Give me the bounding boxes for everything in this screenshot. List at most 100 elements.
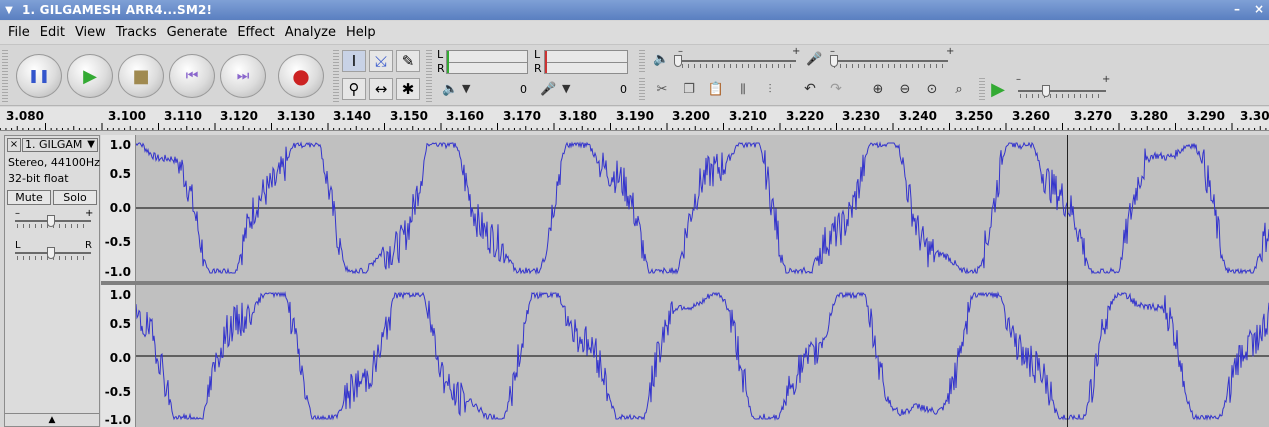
skip-to-start-button[interactable]: ⏮ bbox=[169, 54, 215, 98]
track-close-button[interactable]: × bbox=[7, 138, 21, 152]
multi-tool-icon: ✱ bbox=[401, 80, 415, 98]
skip-to-end-button[interactable]: ⏭ bbox=[220, 54, 266, 98]
play-speed-grip[interactable] bbox=[979, 78, 985, 102]
ruler-label: 3.270 bbox=[1074, 109, 1112, 123]
amp-label: -0.5 bbox=[104, 235, 131, 249]
close-window-icon[interactable]: × bbox=[1251, 2, 1267, 17]
collapse-track-button[interactable]: ▲ bbox=[5, 413, 99, 426]
tools-grip[interactable] bbox=[333, 50, 339, 102]
ruler-label: 3.290 bbox=[1187, 109, 1225, 123]
menu-tracks[interactable]: Tracks bbox=[116, 25, 157, 40]
cut-icon: ✂ bbox=[656, 81, 668, 97]
minimize-icon[interactable]: – bbox=[1229, 2, 1245, 17]
silence-button[interactable]: ⫶ bbox=[758, 78, 782, 100]
ruler-label: 3.250 bbox=[955, 109, 993, 123]
mixer-grip[interactable] bbox=[639, 50, 645, 74]
mute-button[interactable]: Mute bbox=[7, 190, 51, 205]
ruler-label: 3.130 bbox=[277, 109, 315, 123]
menu-effect[interactable]: Effect bbox=[237, 25, 274, 40]
record-device-dropdown-icon[interactable]: ▼ bbox=[562, 82, 570, 95]
trim-button[interactable]: ⫼ bbox=[731, 78, 755, 100]
menu-view[interactable]: View bbox=[75, 25, 106, 40]
ruler-label: 3.170 bbox=[503, 109, 541, 123]
ruler-label: 3.160 bbox=[446, 109, 484, 123]
zoom-icon: ⚲ bbox=[348, 80, 360, 98]
play-button[interactable]: ▶ bbox=[67, 54, 113, 98]
gain-max-label: + bbox=[85, 208, 94, 219]
cut-button[interactable]: ✂ bbox=[650, 78, 674, 100]
timeshift-tool-button[interactable]: ↔ bbox=[369, 78, 393, 100]
envelope-tool-button[interactable]: ⤩ bbox=[369, 50, 393, 72]
selection-tool-button[interactable]: I bbox=[342, 50, 366, 72]
redo-icon: ↷ bbox=[830, 81, 842, 97]
redo-button[interactable]: ↷ bbox=[824, 78, 848, 100]
amplitude-ruler-left: 1.0 0.5 0.0 -0.5 -1.0 bbox=[101, 135, 136, 281]
menu-edit[interactable]: Edit bbox=[40, 25, 65, 40]
play-at-speed-button[interactable]: ▶ bbox=[986, 78, 1010, 100]
copy-button[interactable]: ❐ bbox=[677, 78, 701, 100]
fit-project-icon: ⌕ bbox=[955, 81, 963, 97]
timeline-ruler[interactable]: 3.080 3.100 3.110 3.120 3.130 3.140 3.15… bbox=[0, 107, 1269, 131]
draw-tool-button[interactable]: ✎ bbox=[396, 50, 420, 72]
timeshift-icon: ↔ bbox=[374, 80, 388, 98]
menu-generate[interactable]: Generate bbox=[167, 25, 228, 40]
menu-file[interactable]: File bbox=[8, 25, 30, 40]
waveform-left-channel[interactable] bbox=[136, 135, 1269, 281]
input-volume-slider[interactable] bbox=[830, 55, 838, 67]
playback-device-dropdown-icon[interactable]: ▼ bbox=[462, 82, 470, 95]
amp-label: 0.5 bbox=[109, 317, 131, 331]
gain-slider[interactable] bbox=[47, 215, 55, 227]
pause-button[interactable]: ❚❚ bbox=[16, 54, 62, 98]
playback-meter[interactable] bbox=[446, 50, 528, 74]
record-button[interactable]: ● bbox=[278, 54, 324, 98]
waveform-left-svg bbox=[136, 141, 1269, 275]
amp-label: 1.0 bbox=[109, 138, 131, 152]
solo-button[interactable]: Solo bbox=[53, 190, 97, 205]
skip-start-icon: ⏮ bbox=[185, 68, 199, 84]
ruler-label: 3.280 bbox=[1130, 109, 1168, 123]
paste-button[interactable]: 📋 bbox=[704, 78, 728, 100]
ruler-label: 3.100 bbox=[108, 109, 146, 123]
stop-button[interactable]: ■ bbox=[118, 54, 164, 98]
undo-button[interactable]: ↶ bbox=[798, 78, 822, 100]
speaker-icon: 🔈 bbox=[442, 82, 459, 97]
amp-label: -0.5 bbox=[104, 385, 131, 399]
ruler-label: 3.260 bbox=[1012, 109, 1050, 123]
track-format: Stereo, 44100Hz bbox=[8, 156, 100, 169]
record-meter[interactable] bbox=[544, 50, 628, 74]
zoom-in-button[interactable]: ⊕ bbox=[866, 78, 890, 100]
waveform-right-channel[interactable] bbox=[136, 285, 1269, 427]
ruler-label: 3.190 bbox=[616, 109, 654, 123]
window-menu-icon[interactable]: ▼ bbox=[0, 5, 18, 16]
menu-help[interactable]: Help bbox=[346, 25, 376, 40]
pan-left-label: L bbox=[15, 240, 21, 251]
amp-label: -1.0 bbox=[104, 265, 131, 279]
gain-min-label: – bbox=[15, 208, 20, 219]
silence-icon: ⫶ bbox=[768, 81, 772, 96]
zoom-tool-button[interactable]: ⚲ bbox=[342, 78, 366, 100]
multi-tool-button[interactable]: ✱ bbox=[396, 78, 420, 100]
collapse-icon: ▲ bbox=[48, 415, 56, 425]
track-name: 1. GILGAM bbox=[25, 138, 83, 151]
track-control-panel: × 1. GILGAM ▼ Stereo, 44100Hz 32-bit flo… bbox=[4, 135, 100, 427]
ruler-label: 3.140 bbox=[333, 109, 371, 123]
input-volume-max-label: + bbox=[946, 46, 955, 57]
play-speed-slider[interactable] bbox=[1042, 85, 1050, 97]
audacity-window: ▼ 1. GILGAMESH ARR4...SM2! – × File Edit… bbox=[0, 0, 1269, 427]
meter-grip[interactable] bbox=[426, 50, 432, 102]
menu-analyze[interactable]: Analyze bbox=[285, 25, 336, 40]
edit-grip[interactable] bbox=[639, 78, 645, 102]
pencil-icon: ✎ bbox=[401, 52, 415, 70]
track-name-menu[interactable]: 1. GILGAM ▼ bbox=[22, 138, 98, 152]
toolbar-area: ❚❚ ▶ ■ ⏮ ⏭ ● I ⤩ ✎ ⚲ ↔ ✱ L R L R 🔈 ▼ 0 🎤… bbox=[0, 46, 1269, 106]
play-icon: ▶ bbox=[83, 65, 97, 87]
fit-project-button[interactable]: ⌕ bbox=[947, 78, 971, 100]
zoom-out-button[interactable]: ⊖ bbox=[893, 78, 917, 100]
ruler-label: 3.240 bbox=[899, 109, 937, 123]
fit-selection-button[interactable]: ⊙ bbox=[920, 78, 944, 100]
output-volume-slider[interactable] bbox=[674, 55, 682, 67]
playback-level-value: 0 bbox=[520, 83, 527, 96]
pan-slider[interactable] bbox=[47, 247, 55, 259]
fit-selection-icon: ⊙ bbox=[926, 81, 938, 97]
transport-grip[interactable] bbox=[2, 50, 8, 102]
